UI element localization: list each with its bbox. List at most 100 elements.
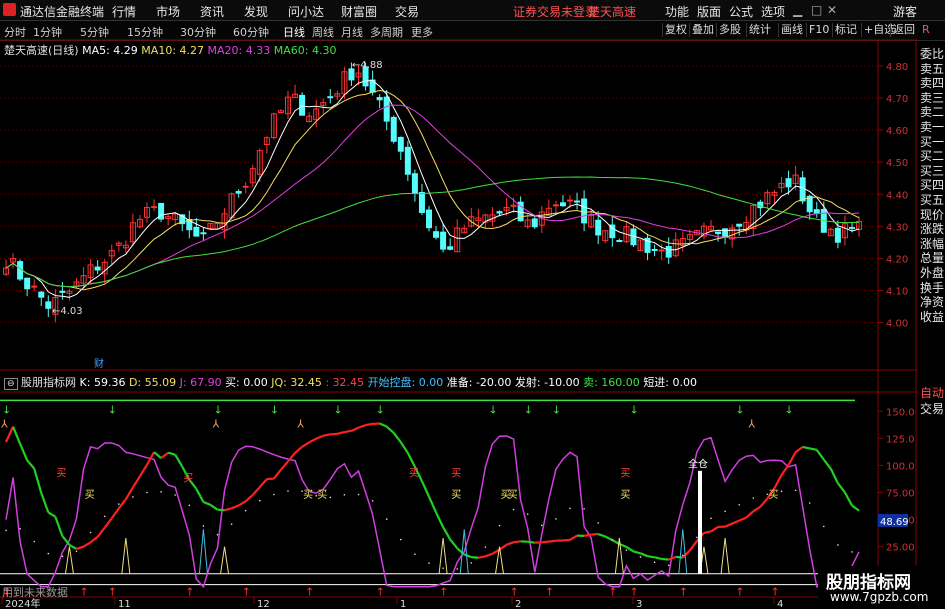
d-dot: [273, 493, 275, 496]
trend-line-segment: [625, 545, 635, 553]
price-tick-label: 4.00: [886, 319, 908, 330]
d-dot: [794, 489, 797, 492]
ma-legend: MA5: 4.29 MA10: 4.27 MA20: 4.33 MA60: 4.…: [82, 44, 336, 57]
trend-line-segment: [640, 552, 648, 558]
down-arrow-icon: ↓: [2, 403, 11, 416]
indicator-value-item: 短进: 0.00: [643, 376, 698, 389]
price-tick-label: 4.40: [886, 190, 908, 201]
candle-body: [440, 231, 447, 250]
d-dot: [625, 549, 628, 552]
d-dot: [385, 518, 388, 520]
auto-toggle[interactable]: 自动: [920, 386, 944, 400]
candle-body: [616, 239, 623, 242]
trade-link[interactable]: 交易: [920, 402, 944, 416]
down-arrow-icon: ↓: [552, 403, 561, 416]
chart-area[interactable]: 4.80 4.70 4.60 4.50 4.40 4.30 4.20 4.10 4.00 ←4.8…: [0, 0, 917, 609]
trend-line-segment: [344, 429, 352, 434]
d-dot: [371, 500, 374, 502]
d-dot: [89, 531, 92, 534]
candle-body: [785, 178, 792, 188]
d-dot: [738, 503, 740, 506]
trend-line-segment: [217, 508, 225, 512]
trend-line-segment: [724, 522, 733, 528]
d-dot: [780, 490, 783, 493]
indicator-value-item: : 32.45: [325, 376, 368, 389]
candle-body: [38, 291, 45, 298]
trend-line-segment: [244, 494, 254, 503]
panel-item: 卖一: [920, 120, 945, 134]
buy-signal-label: 买: [451, 467, 461, 479]
trend-line-segment: [209, 503, 219, 511]
spike-mark: [64, 546, 74, 574]
fin-marker: 财: [94, 357, 104, 370]
trend-line-segment: [365, 422, 373, 427]
panel-item: 委比: [920, 47, 945, 61]
trend-line-segment: [19, 443, 29, 461]
trend-line-segment: [463, 553, 472, 559]
trend-line-segment: [710, 526, 719, 533]
buy-signal-label: 买: [768, 489, 778, 501]
indicator-tick-label: 150.0: [886, 407, 915, 418]
d-dot: [47, 552, 50, 555]
panel-item: 买五: [920, 193, 945, 207]
candle-body: [193, 226, 200, 237]
trend-line-segment: [597, 532, 606, 538]
down-arrow-icon: ↓: [108, 403, 117, 416]
kline-legend: 楚天高速(日线) MA5: 4.29 MA10: 4.27 MA20: 4.33…: [4, 42, 336, 58]
down-arrow-icon: ↓: [488, 403, 497, 416]
trend-line-segment: [703, 530, 712, 534]
panel-toggle-marker[interactable]: R: [920, 23, 932, 37]
buy-signal-label: 买: [508, 489, 518, 501]
trend-line-segment: [308, 437, 317, 444]
date-label: 1: [400, 599, 406, 609]
candle-body: [418, 192, 425, 213]
candle-body: [94, 266, 101, 271]
trend-line-segment: [773, 474, 783, 489]
d-dot: [343, 494, 346, 496]
d-dot: [400, 538, 402, 541]
trend-line-segment: [174, 454, 184, 468]
candle-body: [813, 209, 820, 214]
panel-item: 买三: [920, 163, 945, 178]
trend-line-segment: [117, 498, 127, 510]
buy-signal-label: 买: [620, 489, 630, 501]
trend-line-segment: [258, 478, 268, 488]
candle-body: [531, 218, 538, 228]
trend-line-segment: [569, 534, 578, 541]
d-dot: [456, 568, 459, 570]
ma-line: [5, 176, 860, 288]
indicator-collapse-icon[interactable]: ⊖: [4, 378, 18, 390]
date-label: 2: [515, 599, 521, 609]
trend-line-segment: [780, 464, 790, 476]
d-dot: [33, 540, 35, 543]
trend-line-segment: [802, 445, 810, 450]
d-dot: [259, 499, 261, 502]
candle-body: [31, 285, 38, 288]
trend-line-segment: [731, 519, 740, 525]
candle-body: [559, 202, 566, 207]
up-arrow-icon: ↑: [108, 585, 117, 598]
indicator-value-item: K: 59.36: [79, 376, 129, 389]
trend-line-segment: [54, 516, 64, 537]
trend-line-segment: [688, 540, 698, 552]
d-dot: [837, 544, 839, 546]
buy-signal-label: 买: [620, 467, 630, 479]
down-arrow-icon: ↓: [735, 403, 744, 416]
candle-body: [736, 223, 743, 227]
trend-line-segment: [794, 446, 804, 454]
price-tick-label: 4.20: [886, 254, 908, 265]
d-dot: [230, 523, 233, 525]
ma-line: [5, 79, 860, 298]
spike-mark: [220, 546, 230, 574]
d-dot: [188, 504, 191, 507]
trend-line-segment: [392, 432, 402, 443]
watermark: 股朋指标网 www.7gpzb.com: [818, 566, 945, 609]
trend-line-segment: [449, 538, 459, 549]
d-dot: [61, 555, 64, 558]
trend-line-segment: [591, 532, 599, 536]
trend-line-segment: [604, 535, 613, 542]
candle-body: [327, 96, 334, 99]
trend-line-segment: [759, 497, 769, 508]
up-arrow-icon: ↑: [305, 585, 314, 598]
indicator-value-item: JQ: 32.45: [271, 376, 326, 389]
